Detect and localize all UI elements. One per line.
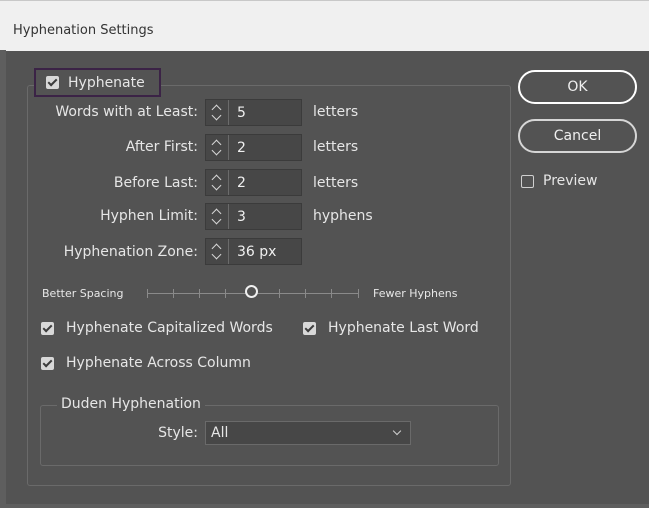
hyphen-limit-value[interactable]: 3	[237, 209, 246, 225]
hyphenate-across-column-label: Hyphenate Across Column	[66, 355, 251, 371]
before-last-label: Before Last:	[113, 175, 198, 191]
stepper-arrows-icon[interactable]	[206, 100, 229, 125]
words-at-least-stepper[interactable]: 5	[205, 99, 302, 126]
style-value[interactable]: All	[211, 425, 228, 441]
title-bar: Hyphenation Settings	[0, 0, 649, 51]
stepper-arrows-icon[interactable]	[206, 204, 229, 229]
before-last-stepper[interactable]: 2	[205, 169, 302, 196]
words-at-least-value[interactable]: 5	[237, 105, 246, 121]
slider-right-label: Fewer Hyphens	[373, 287, 458, 300]
style-label: Style:	[158, 425, 198, 441]
after-first-value[interactable]: 2	[237, 140, 246, 156]
spacing-slider-knob[interactable]	[245, 285, 258, 298]
hyphenate-last-word-label: Hyphenate Last Word	[328, 320, 479, 336]
window-title: Hyphenation Settings	[13, 23, 154, 38]
hyphenate-label: Hyphenate	[68, 74, 145, 91]
preview-checkbox[interactable]: Preview	[521, 173, 598, 189]
ok-button[interactable]: OK	[518, 70, 637, 104]
stepper-arrows-icon[interactable]	[206, 170, 229, 195]
preview-check-icon[interactable]	[521, 174, 534, 188]
stepper-arrows-icon[interactable]	[206, 135, 229, 160]
before-last-value[interactable]: 2	[237, 175, 246, 191]
hyphen-limit-unit: hyphens	[313, 208, 373, 224]
hyphenate-across-column-checkbox[interactable]: Hyphenate Across Column	[41, 355, 251, 371]
duden-hyphenation-title: Duden Hyphenation	[57, 396, 205, 412]
window-frame-bottom	[0, 504, 649, 508]
check-icon[interactable]	[303, 321, 316, 335]
words-at-least-label: Words with at Least:	[55, 104, 198, 120]
hyphenate-capitalized-checkbox[interactable]: Hyphenate Capitalized Words	[41, 320, 273, 336]
hyphen-limit-stepper[interactable]: 3	[205, 203, 302, 230]
hyphenate-capitalized-label: Hyphenate Capitalized Words	[66, 320, 273, 336]
before-last-unit: letters	[313, 175, 359, 191]
words-at-least-unit: letters	[313, 104, 359, 120]
hyphenation-zone-stepper[interactable]: 36 px	[205, 238, 302, 265]
hyphenate-last-word-checkbox[interactable]: Hyphenate Last Word	[303, 320, 479, 336]
hyphenation-zone-value[interactable]: 36 px	[237, 244, 276, 260]
check-icon[interactable]	[41, 356, 54, 370]
hyphenate-checkbox[interactable]: Hyphenate	[34, 68, 161, 97]
check-icon[interactable]	[41, 321, 54, 335]
preview-label: Preview	[543, 173, 598, 189]
slider-left-label: Better Spacing	[42, 287, 124, 300]
after-first-label: After First:	[125, 139, 198, 155]
hyphenate-check-icon[interactable]	[46, 76, 59, 89]
cancel-button[interactable]: Cancel	[518, 119, 637, 153]
stepper-arrows-icon[interactable]	[206, 239, 229, 264]
hyphen-limit-label: Hyphen Limit:	[100, 208, 198, 224]
hyphenation-zone-label: Hyphenation Zone:	[63, 244, 198, 260]
after-first-unit: letters	[313, 139, 359, 155]
window-frame-left	[0, 50, 6, 508]
style-dropdown[interactable]: All	[205, 421, 411, 445]
chevron-down-icon[interactable]	[392, 426, 402, 436]
after-first-stepper[interactable]: 2	[205, 134, 302, 161]
